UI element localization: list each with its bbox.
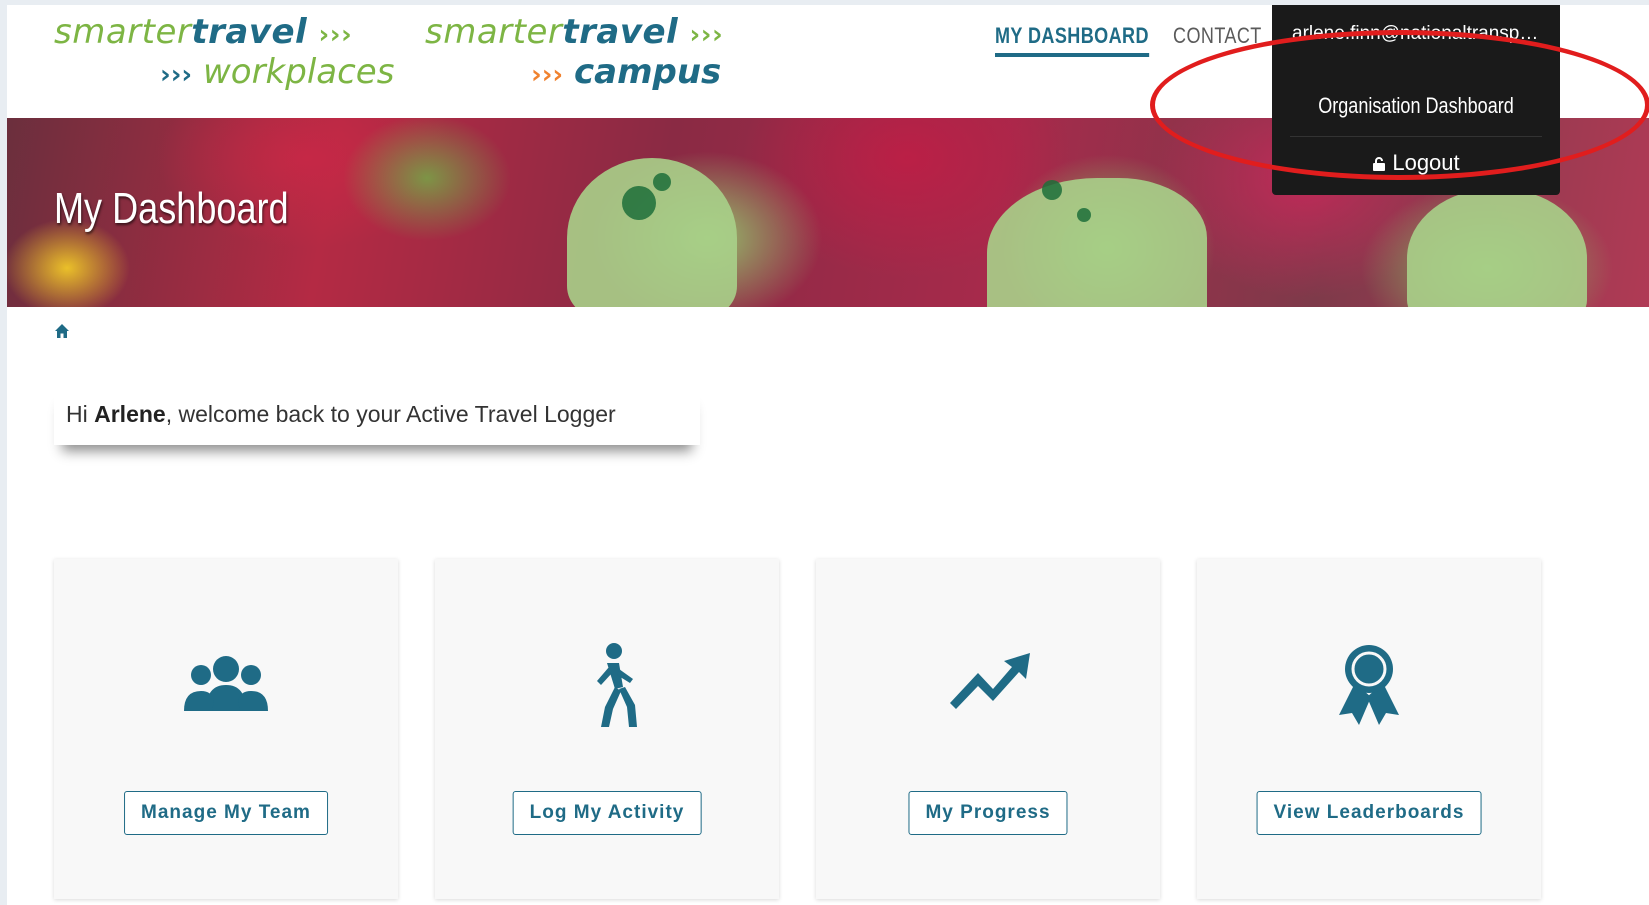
menu-divider <box>1290 136 1542 137</box>
menu-item-organisation-dashboard[interactable]: Organisation Dashboard <box>1298 93 1534 119</box>
user-dropdown-menu: arlene.finn@nationaltransport... Organis… <box>1272 5 1560 195</box>
menu-item-logout[interactable]: Logout <box>1272 150 1560 176</box>
trending-up-icon <box>950 653 1030 709</box>
nav-contact[interactable]: CONTACT <box>1173 23 1262 63</box>
nav-my-dashboard[interactable]: MY DASHBOARD <box>995 23 1149 63</box>
card-manage-my-team: Manage My Team <box>54 559 398 899</box>
user-email-toggle[interactable]: arlene.finn@nationaltransport... <box>1292 23 1540 45</box>
walking-person-icon <box>597 643 637 727</box>
smarter-travel-campus-logo[interactable]: smartertravel ››› ››› campus <box>425 13 723 93</box>
page-frame: smartertravel ››› ››› workplaces smarter… <box>7 5 1649 905</box>
award-ribbon-icon <box>1339 645 1399 725</box>
home-icon[interactable] <box>54 323 70 339</box>
smarter-travel-workplaces-logo[interactable]: smartertravel ››› ››› workplaces <box>54 13 394 93</box>
welcome-message: Hi Arlene, welcome back to your Active T… <box>54 385 700 445</box>
unlock-icon <box>1373 157 1386 171</box>
log-my-activity-button[interactable]: Log My Activity <box>512 791 702 835</box>
my-progress-button[interactable]: My Progress <box>908 791 1068 835</box>
manage-my-team-button[interactable]: Manage My Team <box>124 791 328 835</box>
view-leaderboards-button[interactable]: View Leaderboards <box>1256 791 1482 835</box>
card-view-leaderboards: View Leaderboards <box>1197 559 1541 899</box>
card-log-my-activity: Log My Activity <box>435 559 779 899</box>
team-icon <box>184 656 268 711</box>
page-title: My Dashboard <box>54 184 289 233</box>
card-my-progress: My Progress <box>816 559 1160 899</box>
active-nav-underline <box>995 53 1149 57</box>
user-first-name: Arlene <box>94 401 166 427</box>
